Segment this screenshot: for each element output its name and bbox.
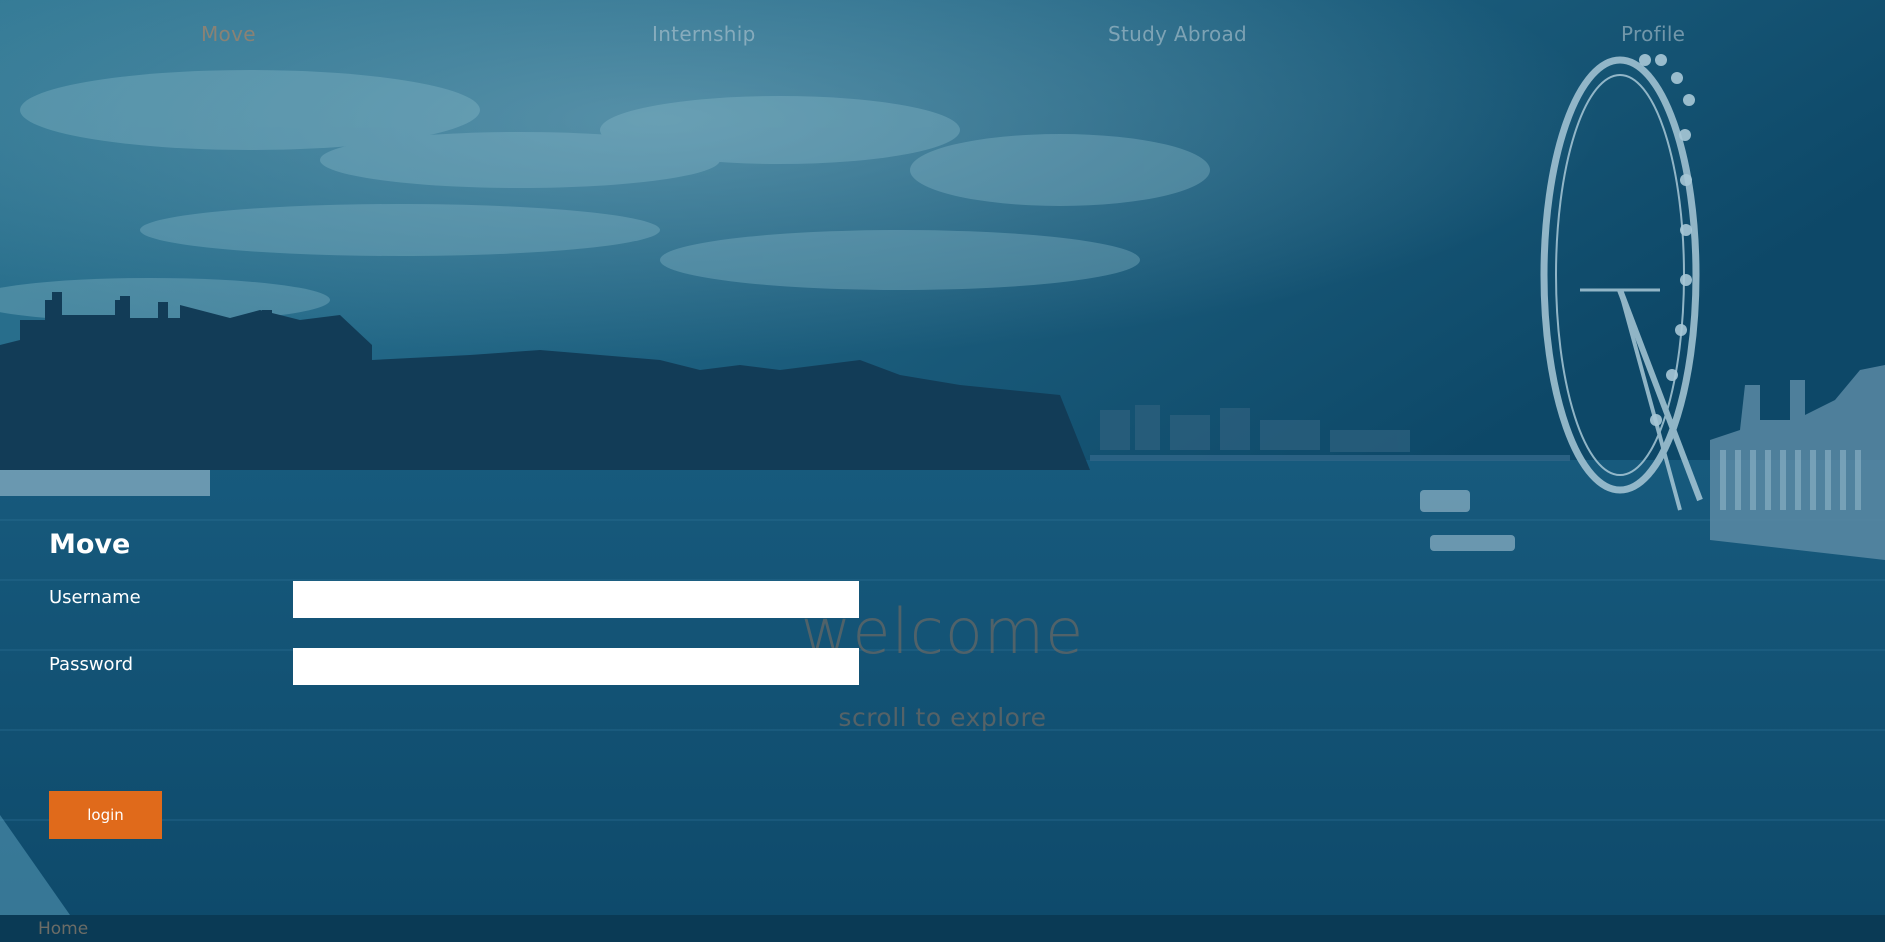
- login-button[interactable]: login: [49, 791, 162, 839]
- username-row: Username: [49, 581, 869, 619]
- top-nav: Move Internship Study Abroad Profile: [0, 22, 1885, 54]
- login-form: Move Username Password login: [49, 525, 869, 839]
- password-row: Password: [49, 648, 869, 686]
- login-form-title: Move: [49, 529, 131, 560]
- hero-background-image: [0, 0, 1885, 942]
- nav-item-internship[interactable]: Internship: [652, 22, 756, 46]
- password-label: Password: [49, 654, 134, 675]
- username-label: Username: [49, 587, 141, 608]
- footer-home-link[interactable]: Home: [38, 919, 88, 939]
- username-input[interactable]: [293, 581, 859, 618]
- password-input[interactable]: [293, 648, 859, 685]
- nav-item-profile[interactable]: Profile: [1621, 22, 1685, 46]
- nav-item-study-abroad[interactable]: Study Abroad: [1108, 22, 1247, 46]
- footer: Home: [0, 915, 1885, 942]
- scroll-hint: scroll to explore: [838, 703, 1047, 732]
- page: Move Internship Study Abroad Profile wel…: [0, 0, 1885, 942]
- nav-item-move[interactable]: Move: [201, 22, 256, 46]
